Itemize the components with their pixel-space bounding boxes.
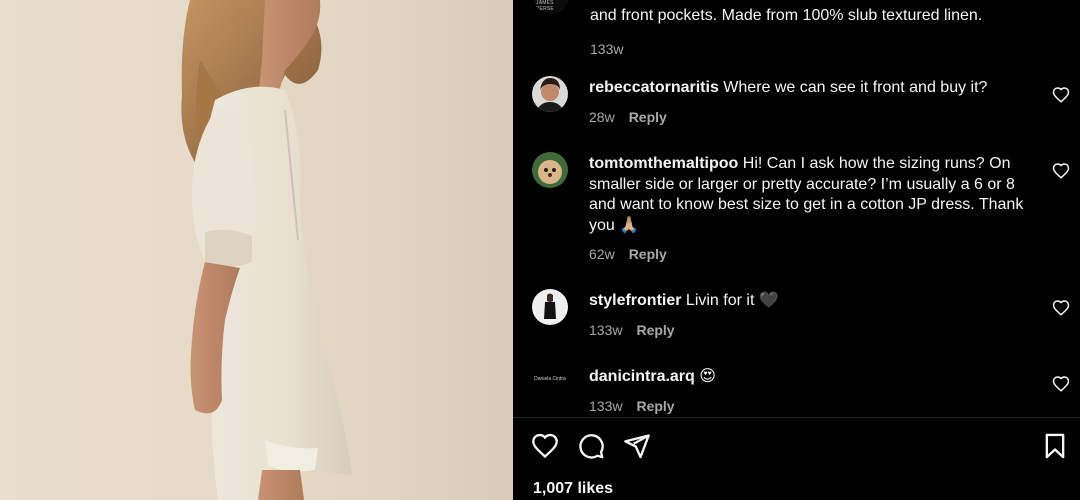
heart-icon[interactable] [531,432,559,460]
reply-button[interactable]: Reply [636,320,674,341]
heart-icon[interactable] [1052,162,1070,180]
caption-author-avatar-logo-text: JAMES PERSE [536,0,554,12]
comment-body: danicintra.arq 😍 133w Reply [589,367,1029,416]
comments-panel: JAMES PERSE and front pockets. Made from… [513,0,1080,500]
caption-author-avatar[interactable]: JAMES PERSE [533,0,569,14]
heart-icon[interactable] [1052,375,1070,393]
avatar-logo-text: Daniela Cintra [534,376,566,382]
comment-avatar[interactable] [532,76,568,112]
heart-icon[interactable] [1052,86,1070,104]
instagram-post-view: JAMES PERSE and front pockets. Made from… [0,0,1080,500]
comment-avatar[interactable]: Daniela Cintra [532,365,568,401]
comment-timestamp[interactable]: 28w [589,107,615,128]
avatar-photo [532,152,568,188]
likes-count[interactable]: 1,007 likes [533,480,613,498]
share-icon[interactable] [623,432,651,460]
reply-button[interactable]: Reply [629,244,667,265]
avatar-photo [532,289,568,325]
avatar-photo [532,76,568,112]
caption-timestamp[interactable]: 133w [590,39,623,59]
comment-username[interactable]: tomtomthemaltipoo [589,155,738,172]
comment-icon[interactable] [577,432,605,460]
comment-body: stylefrontier Livin for it 🖤 133w Reply [589,291,1029,340]
reply-button[interactable]: Reply [629,107,667,128]
comment-body: rebeccatornaritis Where we can see it fr… [589,78,1029,127]
comments-list[interactable]: JAMES PERSE and front pockets. Made from… [513,0,1080,417]
bookmark-icon[interactable] [1041,432,1069,460]
heart-icon[interactable] [1052,299,1070,317]
comment-text: 😍 [699,368,716,385]
comment-username[interactable]: danicintra.arq [589,368,695,385]
comment-avatar[interactable] [532,152,568,188]
comment-username[interactable]: stylefrontier [589,292,681,309]
model-linen-shirt-dress-image [181,0,352,500]
caption-text: and front pockets. Made from 100% slub t… [590,7,983,24]
comment-text: Where we can see it front and buy it? [723,79,988,96]
post-caption: and front pockets. Made from 100% slub t… [590,6,1050,59]
comment-username[interactable]: rebeccatornaritis [589,79,719,96]
comment-timestamp[interactable]: 133w [589,396,622,417]
comment-text: Livin for it 🖤 [685,292,779,309]
divider [513,417,1080,418]
post-action-bar [513,428,1080,468]
comment-timestamp[interactable]: 62w [589,244,615,265]
post-photo[interactable] [0,0,513,500]
comment-avatar[interactable] [532,289,568,325]
comment-body: tomtomthemaltipoo Hi! Can I ask how the … [589,154,1029,265]
reply-button[interactable]: Reply [636,396,674,417]
comment-timestamp[interactable]: 133w [589,320,622,341]
